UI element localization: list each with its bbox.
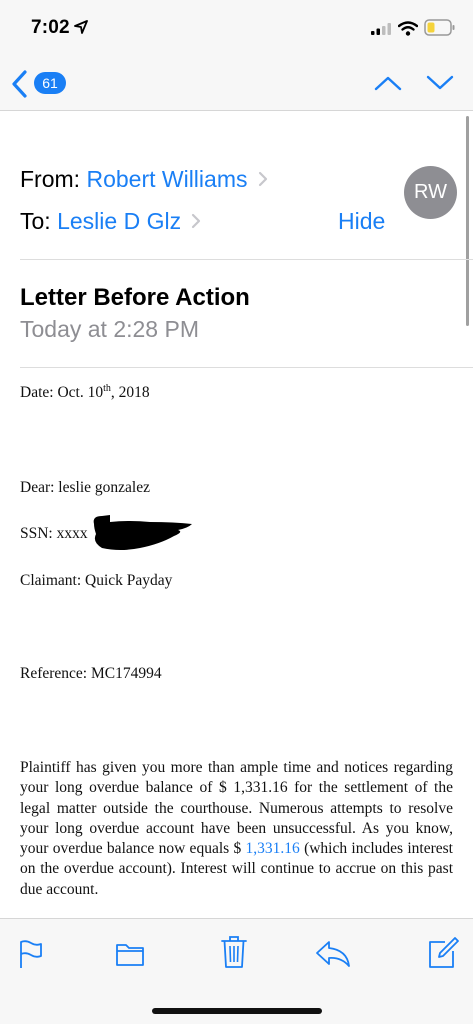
letter-dear: Dear: leslie gonzalez — [20, 479, 150, 496]
nav-bar: 61 — [0, 56, 473, 111]
reply-icon[interactable] — [315, 939, 351, 969]
letter-ssn: SSN: xxxx — [20, 525, 88, 542]
redaction-scribble — [93, 515, 192, 550]
sender-avatar[interactable]: RW — [404, 166, 457, 219]
divider — [20, 367, 473, 368]
trash-icon[interactable] — [221, 935, 247, 969]
flag-icon[interactable] — [18, 939, 44, 969]
back-chevron-icon[interactable] — [10, 70, 28, 98]
amount-link[interactable]: 1,331.16 — [246, 840, 300, 857]
letter-date-suffix: , 2018 — [110, 384, 150, 402]
compose-icon[interactable] — [427, 936, 459, 970]
letter-date-sup: th — [103, 383, 111, 394]
chevron-right-icon — [192, 213, 201, 229]
letter-reference: Reference: MC174994 — [20, 665, 162, 682]
cellular-signal-icon — [371, 23, 391, 35]
from-label: From: — [20, 166, 81, 192]
status-bar: 7:02 — [0, 0, 473, 56]
chevron-right-icon — [258, 171, 267, 187]
hide-details-link[interactable]: Hide — [338, 208, 385, 235]
subject: Letter Before Action — [20, 284, 250, 311]
chevron-up-icon[interactable] — [374, 75, 402, 91]
wifi-icon — [398, 21, 418, 36]
home-indicator[interactable] — [152, 1008, 322, 1014]
letter-claimant: Claimant: Quick Payday — [20, 572, 173, 589]
chevron-down-icon[interactable] — [426, 75, 454, 91]
from-row: From: Robert Williams — [20, 166, 268, 193]
folder-icon[interactable] — [115, 939, 145, 967]
sent-time: Today at 2:28 PM — [20, 316, 199, 342]
letter-paragraph: Plaintiff has given you more than ample … — [20, 758, 453, 900]
status-time: 7:02 — [31, 17, 70, 38]
to-label: To: — [20, 208, 51, 234]
letter-date-prefix: Date: Oct. 10 — [20, 384, 104, 402]
location-arrow-icon — [74, 20, 88, 34]
scroll-indicator[interactable] — [466, 116, 469, 326]
to-row: To: Leslie D Glz — [20, 208, 201, 235]
letter-date: Date: Oct. 10th, 2018 — [20, 383, 150, 402]
divider — [20, 259, 473, 260]
sender-name[interactable]: Robert Williams — [86, 166, 247, 192]
recipient-name[interactable]: Leslie D Glz — [57, 208, 181, 234]
unread-count-badge[interactable]: 61 — [34, 72, 66, 94]
battery-icon — [424, 19, 455, 36]
